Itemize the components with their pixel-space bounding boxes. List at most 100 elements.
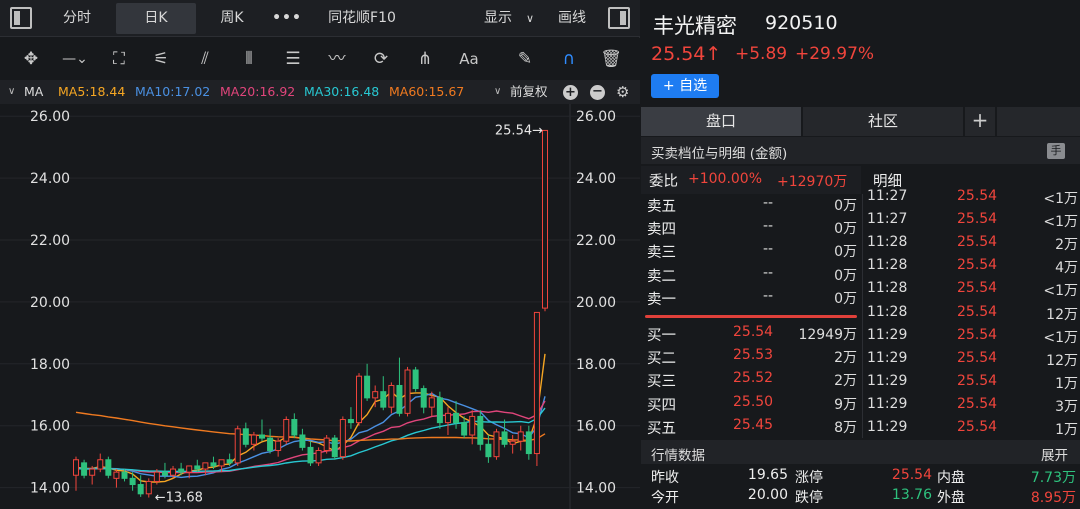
candle-body bbox=[372, 391, 379, 399]
market-value-1: 20.00 bbox=[747, 487, 788, 503]
tab-intraday[interactable]: 分时 bbox=[46, 3, 108, 34]
trade-time: 11:29 bbox=[867, 395, 908, 412]
trade-time: 11:28 bbox=[867, 303, 908, 320]
market-value-2: 13.76 bbox=[891, 487, 932, 503]
buy-level-label: 买三 bbox=[647, 374, 676, 391]
add-watchlist-button[interactable]: + 自选 bbox=[651, 74, 719, 98]
market-label-2: 跌停 bbox=[795, 490, 823, 506]
buy-level-volume: 9万 bbox=[834, 396, 857, 413]
zoom-in-icon[interactable]: + bbox=[563, 85, 578, 100]
tab-f10[interactable]: 同花顺F10 bbox=[312, 3, 412, 34]
magnet-icon[interactable]: ∩ bbox=[556, 46, 582, 72]
crosshair-icon[interactable]: ✥ bbox=[18, 46, 44, 72]
candle-body bbox=[323, 437, 330, 451]
settings-gear-icon[interactable]: ⚙ bbox=[616, 80, 629, 104]
fork-icon[interactable]: ⋔ bbox=[412, 46, 438, 72]
ma30-value: MA30:16.48 bbox=[304, 84, 380, 99]
sell-level-price: -- bbox=[763, 218, 774, 235]
price-value: 25.54 bbox=[651, 43, 706, 65]
candle-body bbox=[388, 384, 395, 408]
candle-body bbox=[105, 459, 112, 476]
adjust-chevron-icon[interactable]: ∨ bbox=[494, 80, 501, 104]
trade-time: 11:29 bbox=[867, 419, 908, 435]
candle-body bbox=[97, 459, 104, 470]
candle-body bbox=[72, 459, 80, 476]
candle-body bbox=[218, 459, 225, 467]
candle-body bbox=[194, 465, 201, 470]
ma5-value: MA5:18.44 bbox=[58, 84, 126, 99]
low-annotation: ←13.68 bbox=[155, 491, 203, 506]
ma-bar: ∨ MA MA5:18.44 MA10:17.02 MA20:16.92 MA3… bbox=[0, 80, 640, 104]
tab-weekly-k[interactable]: 周K bbox=[200, 3, 264, 34]
y-tick-label-right: 18.00 bbox=[576, 357, 616, 373]
trade-time: 11:27 bbox=[867, 188, 908, 204]
sell-level-volume: 0万 bbox=[834, 244, 857, 261]
sell-level-label: 卖四 bbox=[647, 222, 676, 239]
buy-level-label: 买一 bbox=[647, 328, 676, 344]
ma60-value: MA60:15.67 bbox=[389, 84, 465, 99]
more-periods-button[interactable]: ••• bbox=[266, 3, 308, 34]
high-annotation: 25.54→ bbox=[495, 123, 543, 138]
vertical-lines-icon[interactable]: ⦀ bbox=[236, 46, 262, 72]
weibi-row: 委比 +100.00% +12970万 bbox=[641, 166, 861, 194]
stock-name: 丰光精密 bbox=[653, 14, 737, 38]
candle-body bbox=[541, 129, 549, 309]
market-label-3: 内盘 bbox=[937, 470, 965, 486]
tab-daily-k[interactable]: 日K bbox=[116, 3, 196, 34]
candle-body bbox=[436, 397, 443, 424]
wave-icon[interactable]: 〰 bbox=[324, 46, 350, 72]
stock-code: 920510 bbox=[765, 12, 838, 34]
font-icon[interactable]: Aa bbox=[456, 46, 482, 72]
text-box-icon[interactable]: ☰ bbox=[280, 46, 306, 72]
sell-level-label: 卖一 bbox=[647, 291, 676, 308]
sell-level-label: 卖三 bbox=[647, 245, 676, 262]
candle-body bbox=[485, 443, 492, 458]
candle-body bbox=[210, 462, 217, 467]
market-label-1: 今开 bbox=[651, 490, 679, 506]
market-value-1: 19.65 bbox=[747, 467, 788, 483]
y-tick-label-left: 16.00 bbox=[30, 419, 70, 435]
candle-body bbox=[299, 434, 306, 448]
expand-button[interactable]: 展开 bbox=[1041, 444, 1068, 464]
cycle-icon[interactable]: ⟳ bbox=[368, 46, 394, 72]
candle-body bbox=[356, 375, 363, 424]
pen-icon[interactable]: ✎ bbox=[512, 46, 538, 72]
weibi-pct: +100.00% bbox=[688, 171, 763, 187]
tab-filler bbox=[997, 107, 1080, 136]
add-tab-button[interactable]: + bbox=[965, 107, 995, 136]
trade-price: 25.54 bbox=[957, 280, 998, 297]
rectangle-icon[interactable]: ⛶ bbox=[106, 46, 132, 72]
display-dropdown[interactable]: 显示 bbox=[476, 3, 520, 34]
parallel-channel-icon[interactable]: ⫽ bbox=[192, 46, 218, 72]
tab-community[interactable]: 社区 bbox=[803, 107, 963, 136]
tab-order-book[interactable]: 盘口 bbox=[641, 107, 801, 136]
market-value-2: 25.54 bbox=[891, 467, 932, 483]
candlestick-chart[interactable]: 26.00 26.00 24.00 24.00 22.00 22.00 20.00 20.00… bbox=[0, 104, 640, 509]
zoom-out-icon[interactable]: − bbox=[590, 85, 605, 100]
adjust-dropdown[interactable]: 前复权 bbox=[510, 80, 548, 104]
sell-level-volume: 0万 bbox=[834, 221, 857, 238]
candle-body bbox=[525, 431, 532, 455]
trade-time: 11:27 bbox=[867, 211, 908, 228]
candle-body bbox=[283, 419, 290, 442]
draw-line-button[interactable]: 画线 bbox=[550, 3, 594, 34]
fan-icon[interactable]: ⚟ bbox=[148, 46, 174, 72]
collapse-icon[interactable]: ∨ bbox=[8, 80, 15, 104]
trade-time: 11:29 bbox=[867, 326, 908, 343]
y-tick-label-right: 22.00 bbox=[576, 233, 616, 249]
candle-body bbox=[121, 471, 128, 479]
last-price: 25.54↑ bbox=[651, 43, 721, 65]
candle-body bbox=[331, 437, 338, 458]
trade-price: 25.54 bbox=[957, 419, 998, 435]
trash-icon[interactable]: 🗑 bbox=[598, 46, 624, 72]
right-panel-toggle-icon[interactable] bbox=[608, 7, 630, 29]
unit-toggle-button[interactable]: 手 bbox=[1047, 143, 1065, 159]
y-tick-label-right: 26.00 bbox=[576, 109, 616, 125]
candle-body bbox=[501, 431, 508, 445]
trade-time: 11:29 bbox=[867, 372, 908, 389]
candle-body bbox=[113, 471, 120, 479]
market-header-bar bbox=[641, 440, 1080, 464]
chevron-down-icon[interactable]: ∨ bbox=[520, 3, 540, 34]
y-tick-label-right: 14.00 bbox=[576, 481, 616, 497]
horizontal-line-icon[interactable]: —⌄ bbox=[62, 46, 88, 72]
